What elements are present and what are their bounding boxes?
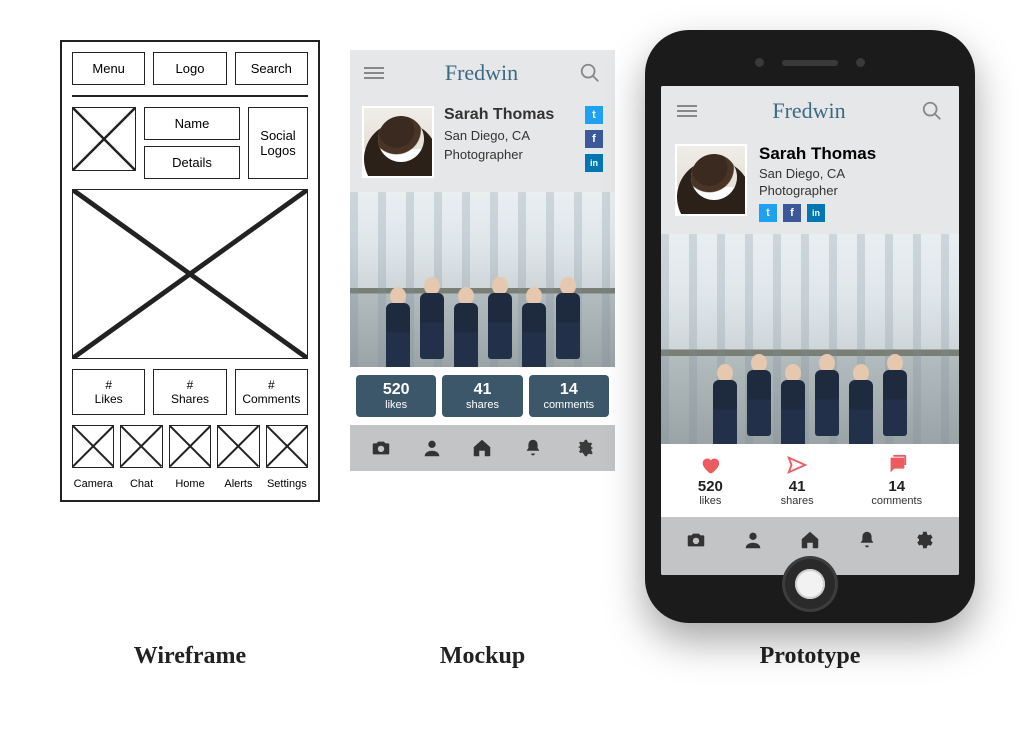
post-image[interactable] xyxy=(661,234,959,444)
prototype-header: Fredwin xyxy=(661,86,959,136)
shares-label: shares xyxy=(781,495,814,507)
post-image[interactable] xyxy=(350,192,615,367)
profile-name: Sarah Thomas xyxy=(759,144,945,164)
send-icon xyxy=(786,454,808,476)
nav-camera[interactable] xyxy=(685,529,707,563)
comments-label: comments xyxy=(543,399,594,411)
mockup-nav xyxy=(350,425,615,471)
wf-stat-likes-hash: # xyxy=(75,378,142,392)
search-icon[interactable] xyxy=(579,62,601,84)
heart-icon xyxy=(699,454,721,476)
wf-tab-alerts-label: Alerts xyxy=(217,478,259,490)
wf-tab-home-label: Home xyxy=(169,478,211,490)
wf-tab-camera-label: Camera xyxy=(72,478,114,490)
mockup-header: Fredwin xyxy=(350,50,615,96)
linkedin-icon[interactable]: in xyxy=(585,154,603,172)
app-title: Fredwin xyxy=(445,60,518,86)
shares-value: 41 xyxy=(444,381,520,399)
wf-tab-camera xyxy=(72,425,114,467)
likes-stat[interactable]: 520 likes xyxy=(698,454,723,507)
wf-tab-chat xyxy=(120,425,162,467)
comment-icon xyxy=(886,454,908,476)
wf-stat-shares-label: Shares xyxy=(156,392,223,406)
wf-tab-settings-label: Settings xyxy=(266,478,308,490)
likes-label: likes xyxy=(385,399,407,411)
likes-stat[interactable]: 520 likes xyxy=(356,375,436,417)
wf-stat-likes: # Likes xyxy=(72,369,145,416)
wf-stat-shares-hash: # xyxy=(156,378,223,392)
wf-logo: Logo xyxy=(153,52,226,85)
wf-image-placeholder xyxy=(72,189,308,359)
wf-tab-chat-label: Chat xyxy=(120,478,162,490)
phone-camera xyxy=(755,58,764,67)
likes-label: likes xyxy=(699,495,721,507)
prototype-screen: Fredwin Sarah Thomas San Diego, CA Photo… xyxy=(661,86,959,575)
linkedin-icon[interactable]: in xyxy=(807,204,825,222)
profile-name: Sarah Thomas xyxy=(444,106,575,124)
profile-location: San Diego, CA xyxy=(759,166,945,181)
nav-settings[interactable] xyxy=(913,529,935,563)
comments-stat[interactable]: 14 comments xyxy=(529,375,609,417)
user-icon[interactable] xyxy=(421,437,443,459)
home-icon[interactable] xyxy=(471,437,493,459)
wf-tab-home xyxy=(169,425,211,467)
shares-stat[interactable]: 41 shares xyxy=(781,454,814,507)
comments-value: 14 xyxy=(871,478,922,495)
wf-stat-comments-label: Comments xyxy=(238,392,305,406)
wf-tab-settings xyxy=(266,425,308,467)
wf-avatar-placeholder xyxy=(72,107,136,171)
app-title: Fredwin xyxy=(772,98,845,124)
wf-details: Details xyxy=(144,146,240,179)
mockup-profile: Sarah Thomas San Diego, CA Photographer … xyxy=(350,96,615,192)
facebook-icon[interactable]: f xyxy=(783,204,801,222)
bell-icon[interactable] xyxy=(522,437,544,459)
wf-tab-alerts xyxy=(217,425,259,467)
wf-menu: Menu xyxy=(72,52,145,85)
wf-social: Social Logos xyxy=(248,107,308,179)
camera-icon[interactable] xyxy=(370,437,392,459)
phone-sensor xyxy=(856,58,865,67)
mockup-panel: Fredwin Sarah Thomas San Diego, CA Photo… xyxy=(350,50,615,471)
gear-icon[interactable] xyxy=(573,437,595,459)
comments-stat[interactable]: 14 comments xyxy=(871,454,922,507)
wireframe-panel: Menu Logo Search Name Details Social Log… xyxy=(60,40,320,502)
shares-value: 41 xyxy=(781,478,814,495)
nav-home[interactable] xyxy=(799,529,821,563)
search-icon[interactable] xyxy=(921,100,943,122)
stage: Menu Logo Search Name Details Social Log… xyxy=(0,0,1024,623)
caption-mockup: Mockup xyxy=(350,643,615,670)
avatar[interactable] xyxy=(675,144,747,216)
likes-value: 520 xyxy=(358,381,434,399)
facebook-icon[interactable]: f xyxy=(585,130,603,148)
prototype-profile: Sarah Thomas San Diego, CA Photographer … xyxy=(661,136,959,234)
profile-role: Photographer xyxy=(444,147,575,162)
wf-search: Search xyxy=(235,52,308,85)
wf-divider xyxy=(72,95,308,97)
comments-value: 14 xyxy=(531,381,607,399)
phone-speaker xyxy=(782,60,838,66)
wf-stat-comments: # Comments xyxy=(235,369,308,416)
menu-icon[interactable] xyxy=(364,67,384,79)
shares-label: shares xyxy=(466,399,499,411)
wf-stat-comments-hash: # xyxy=(238,378,305,392)
profile-location: San Diego, CA xyxy=(444,128,575,143)
twitter-icon[interactable]: t xyxy=(585,106,603,124)
prototype-phone: Fredwin Sarah Thomas San Diego, CA Photo… xyxy=(645,30,975,623)
twitter-icon[interactable]: t xyxy=(759,204,777,222)
captions: Wireframe Mockup Prototype xyxy=(0,623,1024,670)
caption-prototype: Prototype xyxy=(645,643,975,670)
wf-name: Name xyxy=(144,107,240,140)
profile-role: Photographer xyxy=(759,183,945,198)
avatar[interactable] xyxy=(362,106,434,178)
caption-wireframe: Wireframe xyxy=(60,643,320,670)
wf-stat-shares: # Shares xyxy=(153,369,226,416)
shares-stat[interactable]: 41 shares xyxy=(442,375,522,417)
comments-label: comments xyxy=(871,495,922,507)
wf-stat-likes-label: Likes xyxy=(75,392,142,406)
nav-user[interactable] xyxy=(742,529,764,563)
nav-alerts[interactable] xyxy=(856,529,878,563)
likes-value: 520 xyxy=(698,478,723,495)
menu-icon[interactable] xyxy=(677,105,697,117)
phone-home-button[interactable] xyxy=(785,559,835,609)
